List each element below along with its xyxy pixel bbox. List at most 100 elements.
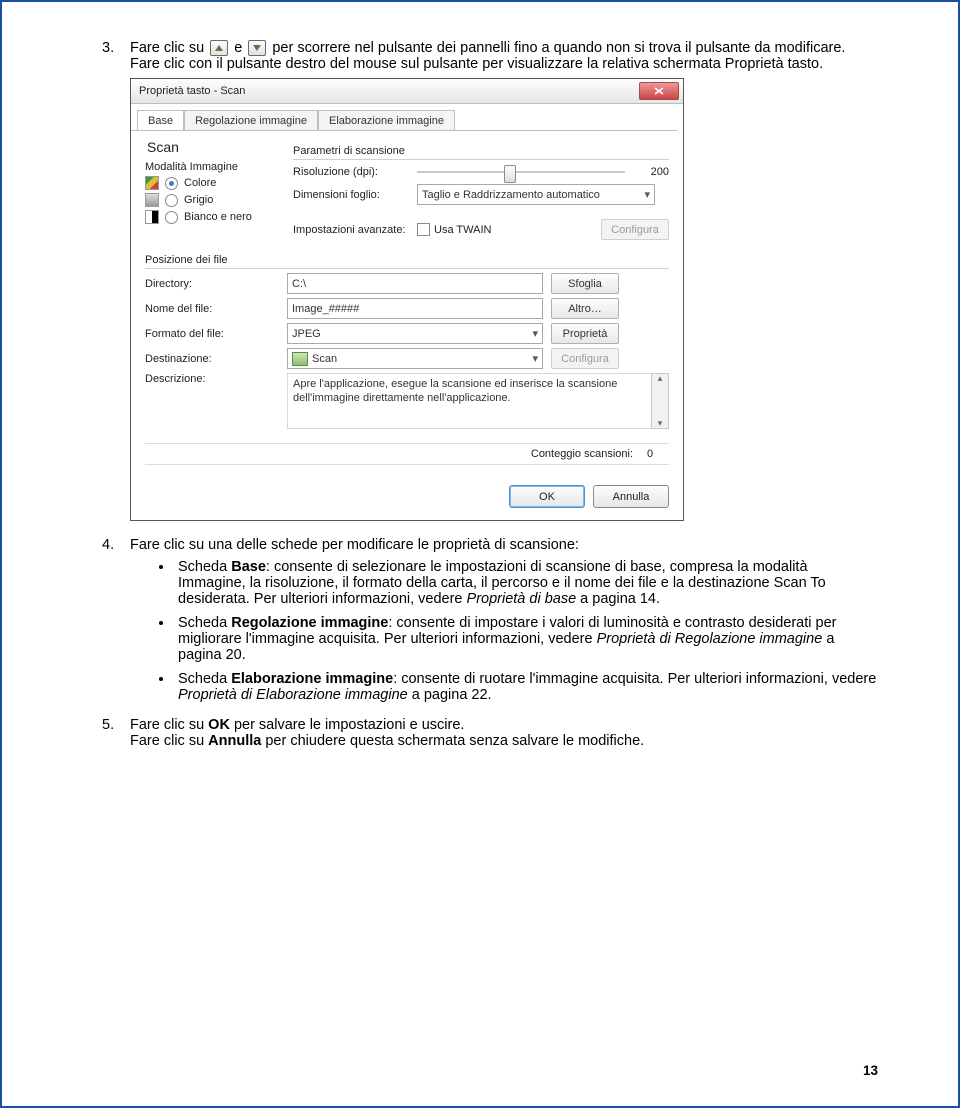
ok-button[interactable]: OK bbox=[509, 485, 585, 508]
t: Fare clic su bbox=[130, 733, 208, 749]
step-4: 4. Fare clic su una delle schede per mod… bbox=[102, 537, 878, 711]
page-content: 3. Fare clic su e per scorrere nel pulsa… bbox=[2, 2, 958, 749]
radio-colore[interactable]: Colore bbox=[145, 176, 275, 190]
chevron-down-icon: ▾ bbox=[644, 188, 650, 201]
swatch-color-icon bbox=[145, 176, 159, 190]
italic: Proprietà di Elaborazione immagine bbox=[178, 687, 408, 703]
altro-button[interactable]: Altro… bbox=[551, 298, 619, 319]
bold: Base bbox=[231, 559, 266, 575]
configura-button-2[interactable]: Configura bbox=[551, 348, 619, 369]
step3-text-b: e bbox=[234, 40, 246, 56]
tab-regolazione[interactable]: Regolazione immagine bbox=[184, 110, 318, 130]
step-body: Fare clic su una delle schede per modifi… bbox=[130, 537, 878, 711]
proprieta-button[interactable]: Proprietà bbox=[551, 323, 619, 344]
radio-dot-icon bbox=[165, 177, 178, 190]
italic: Proprietà di base bbox=[467, 591, 577, 607]
combo-formato-value: JPEG bbox=[292, 328, 321, 340]
risoluzione-value: 200 bbox=[635, 166, 669, 178]
configura-button[interactable]: Configura bbox=[601, 219, 669, 240]
bold: Regolazione immagine bbox=[231, 615, 388, 631]
scan-app-icon bbox=[292, 352, 308, 366]
step3-text-a: Fare clic su bbox=[130, 40, 208, 56]
radio-dot-icon bbox=[165, 194, 178, 207]
row-dimensioni: Dimensioni foglio: Taglio e Raddrizzamen… bbox=[293, 184, 669, 205]
risoluzione-slider[interactable] bbox=[417, 164, 625, 180]
tab-panel-base: Scan Modalità Immagine Colore Grigio bbox=[131, 131, 683, 475]
row-advanced: Impostazioni avanzate: Usa TWAIN Configu… bbox=[293, 219, 669, 240]
bullet-base: Scheda Base: consente di selezionare le … bbox=[174, 559, 878, 607]
page-number: 13 bbox=[863, 1063, 878, 1078]
step-5: 5. Fare clic su OK per salvare le impost… bbox=[102, 717, 878, 749]
divider bbox=[145, 268, 669, 269]
divider bbox=[145, 464, 669, 465]
conteggio-value: 0 bbox=[647, 448, 669, 460]
scrollbar[interactable]: ▴▾ bbox=[651, 373, 669, 429]
radio-grigio-label: Grigio bbox=[184, 194, 213, 206]
step-body: Fare clic su OK per salvare le impostazi… bbox=[130, 717, 878, 749]
t: per salvare le impostazioni e uscire. bbox=[230, 717, 465, 733]
group-param-label: Parametri di scansione bbox=[293, 145, 669, 157]
row-conteggio: Conteggio scansioni: 0 bbox=[145, 448, 669, 460]
t: per chiudere questa schermata senza salv… bbox=[261, 733, 644, 749]
step-body: Fare clic su e per scorrere nel pulsante… bbox=[130, 40, 878, 72]
row-formato: Formato del file: JPEG ▾ Proprietà bbox=[145, 323, 669, 344]
t: Scheda bbox=[178, 615, 231, 631]
divider bbox=[293, 159, 669, 160]
dialog-button-row: OK Annulla bbox=[131, 475, 683, 520]
group-modalita-label: Modalità Immagine bbox=[145, 161, 275, 173]
swatch-bw-icon bbox=[145, 210, 159, 224]
radio-grigio[interactable]: Grigio bbox=[145, 193, 275, 207]
directory-input[interactable]: C:\ bbox=[287, 273, 543, 294]
t: Scheda bbox=[178, 559, 231, 575]
left-column: Scan Modalità Immagine Colore Grigio bbox=[145, 139, 275, 244]
tab-elaborazione[interactable]: Elaborazione immagine bbox=[318, 110, 455, 130]
italic: Proprietà di Regolazione immagine bbox=[597, 631, 823, 647]
right-column: Parametri di scansione Risoluzione (dpi)… bbox=[293, 139, 669, 244]
dialog-titlebar: Proprietà tasto - Scan bbox=[131, 79, 683, 104]
dialog-title: Proprietà tasto - Scan bbox=[139, 85, 639, 97]
nome-file-input[interactable]: Image_##### bbox=[287, 298, 543, 319]
group-posizione-label: Posizione dei file bbox=[145, 254, 669, 266]
label-directory: Directory: bbox=[145, 278, 287, 290]
annulla-button[interactable]: Annulla bbox=[593, 485, 669, 508]
nome-file-value: Image_##### bbox=[292, 303, 359, 315]
step-number: 3. bbox=[102, 40, 130, 72]
bold: Elaborazione immagine bbox=[231, 671, 393, 687]
step4-intro: Fare clic su una delle schede per modifi… bbox=[130, 537, 579, 553]
chevron-down-icon: ▾ bbox=[532, 352, 538, 365]
row-risoluzione: Risoluzione (dpi): 200 bbox=[293, 164, 669, 180]
tab-base[interactable]: Base bbox=[137, 110, 184, 130]
bullet-regolazione: Scheda Regolazione immagine: consente di… bbox=[174, 615, 878, 663]
step-3: 3. Fare clic su e per scorrere nel pulsa… bbox=[102, 40, 878, 72]
bold: Annulla bbox=[208, 733, 261, 749]
t: : consente di ruotare l'immagine acquisi… bbox=[393, 671, 876, 687]
combo-destinazione[interactable]: Scan ▾ bbox=[287, 348, 543, 369]
label-advanced: Impostazioni avanzate: bbox=[293, 224, 417, 236]
step-number: 4. bbox=[102, 537, 130, 711]
descrizione-text: Apre l'applicazione, esegue la scansione… bbox=[287, 373, 651, 429]
directory-value: C:\ bbox=[292, 278, 306, 290]
chevron-down-icon: ▾ bbox=[532, 327, 538, 340]
combo-dimensioni-value: Taglio e Raddrizzamento automatico bbox=[422, 189, 600, 201]
bullet-elaborazione: Scheda Elaborazione immagine: consente d… bbox=[174, 671, 878, 703]
label-dimensioni: Dimensioni foglio: bbox=[293, 189, 417, 201]
scroll-down-icon: ▾ bbox=[658, 419, 663, 428]
sfoglia-button[interactable]: Sfoglia bbox=[551, 273, 619, 294]
step4-bullets: Scheda Base: consente di selezionare le … bbox=[130, 559, 878, 703]
close-icon[interactable] bbox=[639, 82, 679, 100]
radio-colore-label: Colore bbox=[184, 177, 216, 189]
label-formato: Formato del file: bbox=[145, 328, 287, 340]
scroll-up-icon: ▴ bbox=[658, 374, 663, 383]
step-number: 5. bbox=[102, 717, 130, 749]
swatch-gray-icon bbox=[145, 193, 159, 207]
combo-dimensioni[interactable]: Taglio e Raddrizzamento automatico ▾ bbox=[417, 184, 655, 205]
radio-bw[interactable]: Bianco e nero bbox=[145, 210, 275, 224]
bold: OK bbox=[208, 717, 230, 733]
label-nome-file: Nome del file: bbox=[145, 303, 287, 315]
t: Fare clic su bbox=[130, 717, 208, 733]
combo-destinazione-value: Scan bbox=[312, 353, 337, 365]
row-nome-file: Nome del file: Image_##### Altro… bbox=[145, 298, 669, 319]
checkbox-twain[interactable] bbox=[417, 223, 430, 236]
label-conteggio: Conteggio scansioni: bbox=[531, 448, 633, 460]
combo-formato[interactable]: JPEG ▾ bbox=[287, 323, 543, 344]
